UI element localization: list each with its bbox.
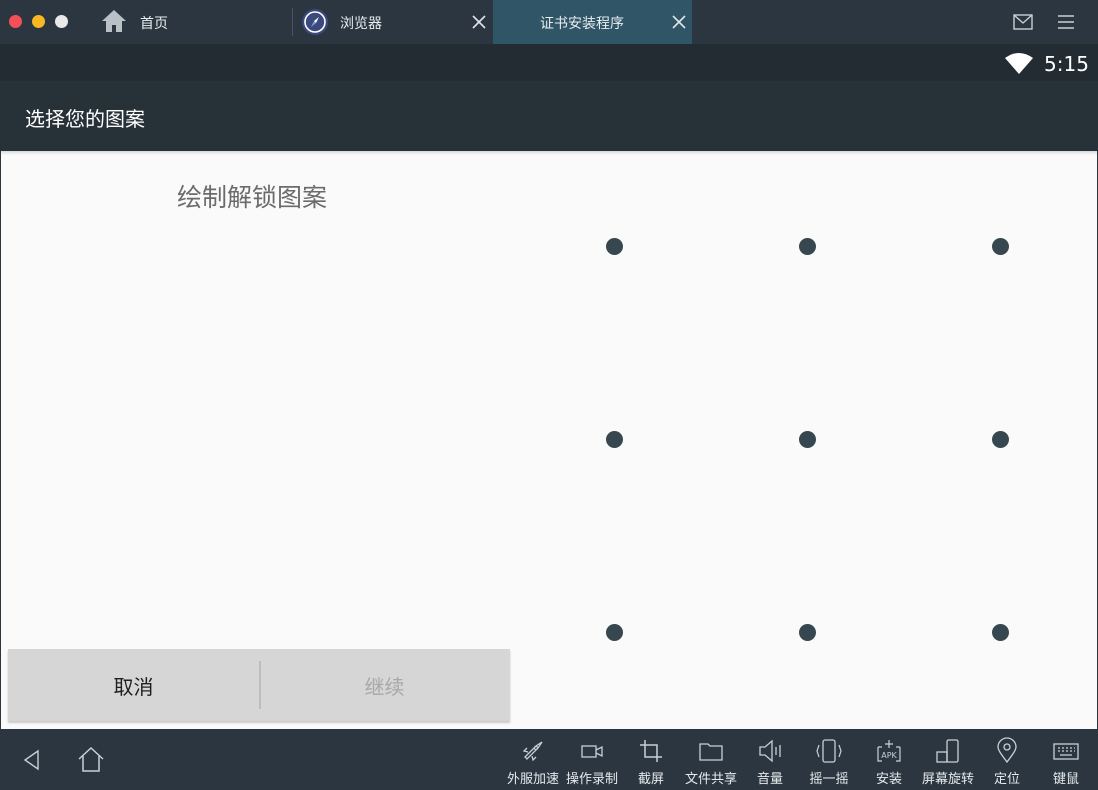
title-bar: 首页 浏览器 证书安装程序 [0, 0, 1098, 44]
close-icon[interactable] [469, 12, 489, 32]
menu-icon[interactable] [1056, 12, 1076, 32]
tab-browser-label: 浏览器 [340, 16, 382, 32]
button-bar: 取消 继续 [8, 649, 510, 721]
keyboard-icon [1053, 743, 1079, 760]
tab-home-label: 首页 [140, 16, 168, 32]
pattern-dot[interactable] [605, 430, 623, 448]
tool-accelerate[interactable]: 外服加速 [505, 737, 561, 789]
window-maximize-button[interactable] [55, 15, 68, 28]
tool-label: 屏幕旋转 [921, 772, 974, 787]
window-minimize-button[interactable] [32, 15, 45, 28]
tool-label: 定位 [993, 772, 1020, 787]
tool-label: 操作录制 [565, 772, 618, 787]
wifi-icon [1004, 52, 1034, 74]
rocket-icon [522, 741, 543, 762]
tool-label: 键鼠 [1052, 772, 1079, 787]
tool-label: 文件共享 [684, 772, 737, 787]
tool-volume[interactable]: 音量 [754, 737, 786, 789]
pattern-dot[interactable] [991, 430, 1009, 448]
tool-screenshot[interactable]: 截屏 [635, 737, 667, 789]
app-bar: 选择您的图案 [0, 81, 1098, 151]
pattern-dot[interactable] [798, 623, 816, 641]
mail-icon[interactable] [1012, 12, 1034, 32]
video-camera-icon [581, 745, 603, 758]
folder-icon [699, 743, 723, 761]
crop-icon [640, 740, 662, 762]
tool-label: 摇一摇 [809, 772, 849, 787]
tool-location[interactable]: 定位 [991, 737, 1023, 789]
shake-phone-icon [816, 739, 842, 763]
tool-label: 截屏 [637, 772, 664, 787]
pattern-dot[interactable] [605, 623, 623, 641]
tab-home[interactable]: 首页 [100, 0, 290, 44]
back-icon[interactable] [20, 748, 44, 772]
browser-icon [301, 8, 329, 36]
status-time: 5:15 [1044, 52, 1089, 76]
pattern-screen: 绘制解锁图案 取消 继续 [1, 151, 1097, 729]
tab-browser[interactable]: 浏览器 [293, 0, 491, 44]
tab-certificate-installer-label: 证书安装程序 [540, 16, 624, 32]
bottom-toolbar: 外服加速 操作录制 截屏 文件共享 音量 摇一摇 APK 安装 屏幕旋转 定位 … [0, 729, 1098, 790]
home-icon[interactable] [76, 745, 106, 773]
tool-label: 音量 [756, 772, 783, 787]
pattern-dot[interactable] [798, 430, 816, 448]
tool-record[interactable]: 操作录制 [564, 737, 620, 789]
home-icon [100, 8, 128, 34]
window-close-button[interactable] [9, 15, 22, 28]
tool-label: 安装 [875, 772, 902, 787]
tool-rotate[interactable]: 屏幕旋转 [920, 737, 976, 789]
page-title: 选择您的图案 [25, 107, 145, 131]
location-pin-icon [997, 737, 1017, 764]
speaker-icon [759, 739, 781, 763]
tool-label: 外服加速 [506, 772, 559, 787]
continue-button[interactable]: 继续 [259, 649, 510, 721]
status-bar: 5:15 [0, 44, 1098, 81]
tool-shake[interactable]: 摇一摇 [807, 737, 851, 789]
tool-keyboard-mouse[interactable]: 键鼠 [1050, 737, 1082, 789]
tool-file-share[interactable]: 文件共享 [683, 737, 739, 789]
pattern-grid[interactable] [1, 151, 1097, 729]
tool-install[interactable]: APK 安装 [871, 737, 907, 789]
emulator-window: 首页 浏览器 证书安装程序 5:15 选择您的图案 绘制解锁图案 取消 继续 外… [0, 0, 1098, 790]
rotate-screen-icon [936, 739, 959, 763]
pattern-dot[interactable] [798, 237, 816, 255]
tab-certificate-installer[interactable]: 证书安装程序 [493, 0, 692, 44]
pattern-dot[interactable] [991, 237, 1009, 255]
apk-install-icon: APK [877, 740, 901, 762]
svg-text:APK: APK [881, 751, 897, 760]
close-icon[interactable] [669, 12, 689, 32]
pattern-dot[interactable] [991, 623, 1009, 641]
pattern-dot[interactable] [605, 237, 623, 255]
cancel-button[interactable]: 取消 [8, 649, 259, 721]
